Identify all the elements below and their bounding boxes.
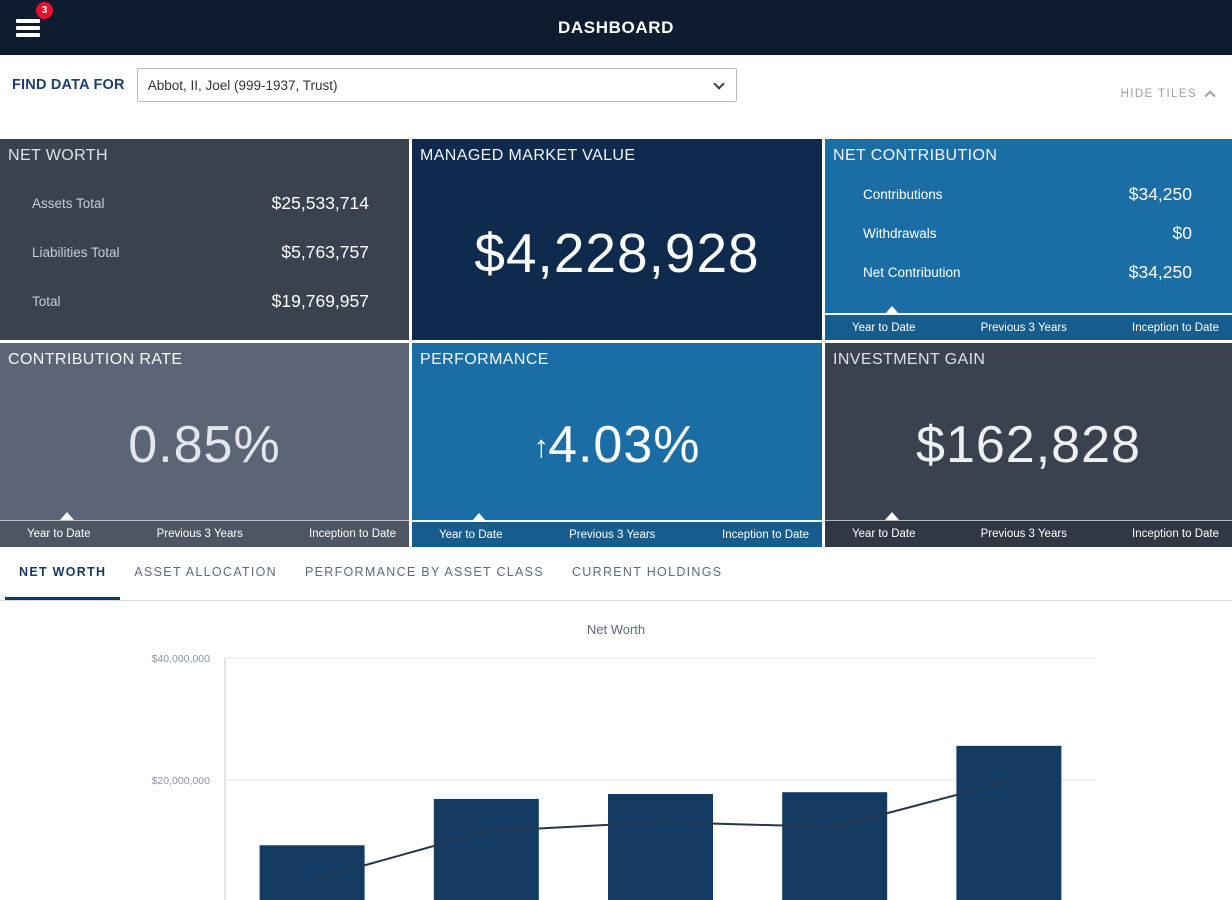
svg-text:$20,000,000: $20,000,000: [152, 775, 211, 787]
period-tab-year-to-date[interactable]: Year to Date: [852, 322, 916, 334]
selected-period-indicator: [472, 513, 486, 521]
stat-value: $0: [1173, 223, 1192, 244]
selected-period-indicator: [885, 512, 899, 520]
big-value: $4,228,928: [474, 221, 759, 285]
period-tab-year-to-date[interactable]: Year to Date: [852, 528, 916, 540]
tile-investment-gain[interactable]: INVESTMENT GAIN $162,828 Year to Date Pr…: [825, 343, 1232, 547]
tile-managed-market-value[interactable]: MANAGED MARKET VALUE $4,228,928: [412, 139, 822, 340]
big-value: 0.85%: [128, 415, 280, 475]
tab-net-worth[interactable]: NET WORTH: [5, 547, 120, 600]
period-tab-year-to-date[interactable]: Year to Date: [27, 528, 91, 540]
tile-performance[interactable]: PERFORMANCE ↑4.03% Year to Date Previous…: [412, 343, 822, 547]
tile-contribution-rate[interactable]: CONTRIBUTION RATE 0.85% Year to Date Pre…: [0, 343, 409, 547]
stat-label: Liabilities Total: [32, 245, 120, 260]
find-data-label: FIND DATA FOR: [12, 77, 125, 93]
period-tab-inception-to-date[interactable]: Inception to Date: [1132, 528, 1219, 540]
stat-label: Total: [32, 294, 61, 309]
stat-row: Assets Total $25,533,714: [32, 179, 369, 228]
tile-title: MANAGED MARKET VALUE: [412, 139, 822, 165]
hide-tiles-button[interactable]: HIDE TILES: [1121, 88, 1214, 100]
stat-label: Contributions: [863, 187, 943, 202]
period-footer: Year to Date Previous 3 Years Inception …: [412, 520, 822, 547]
account-select[interactable]: Abbot, II, Joel (999-1937, Trust): [137, 68, 737, 102]
stat-row: Net Contribution $34,250: [863, 253, 1192, 292]
tile-title: INVESTMENT GAIN: [825, 343, 1232, 369]
account-select-value: Abbot, II, Joel (999-1937, Trust): [148, 78, 338, 93]
period-footer: Year to Date Previous 3 Years Inception …: [825, 313, 1232, 340]
period-footer: Year to Date Previous 3 Years Inception …: [825, 520, 1232, 547]
big-value: $162,828: [916, 415, 1141, 475]
stat-label: Net Contribution: [863, 265, 961, 280]
tile-title: NET CONTRIBUTION: [825, 139, 1232, 165]
period-tab-year-to-date[interactable]: Year to Date: [439, 529, 503, 541]
tab-asset-allocation[interactable]: ASSET ALLOCATION: [120, 547, 291, 600]
tiles-grid: NET WORTH Assets Total $25,533,714 Liabi…: [0, 139, 1232, 547]
tab-performance-by-asset-class[interactable]: PERFORMANCE BY ASSET CLASS: [291, 547, 558, 600]
period-tab-inception-to-date[interactable]: Inception to Date: [722, 529, 809, 541]
period-tab-previous-3-years[interactable]: Previous 3 Years: [157, 528, 243, 540]
period-footer: Year to Date Previous 3 Years Inception …: [0, 520, 409, 547]
selected-period-indicator: [60, 512, 74, 520]
stat-rows: Contributions $34,250 Withdrawals $0 Net…: [825, 165, 1232, 292]
stat-rows: Assets Total $25,533,714 Liabilities Tot…: [0, 165, 409, 326]
stat-value: $34,250: [1129, 184, 1192, 205]
stat-label: Withdrawals: [863, 226, 937, 241]
tile-title: PERFORMANCE: [412, 343, 822, 369]
hide-tiles-label: HIDE TILES: [1121, 88, 1197, 100]
period-tab-previous-3-years[interactable]: Previous 3 Years: [981, 322, 1067, 334]
notification-badge: 3: [36, 2, 53, 19]
stat-row: Contributions $34,250: [863, 175, 1192, 214]
selected-period-indicator: [885, 306, 899, 314]
period-tab-previous-3-years[interactable]: Previous 3 Years: [569, 529, 655, 541]
period-tab-inception-to-date[interactable]: Inception to Date: [309, 528, 396, 540]
stat-value: $5,763,757: [281, 242, 369, 263]
tile-title: CONTRIBUTION RATE: [0, 343, 409, 369]
period-tab-previous-3-years[interactable]: Previous 3 Years: [981, 528, 1067, 540]
stat-label: Assets Total: [32, 196, 105, 211]
tile-title: NET WORTH: [0, 139, 409, 165]
stat-value: $34,250: [1129, 262, 1192, 283]
chevron-up-icon: [1204, 90, 1215, 101]
hamburger-icon: [16, 19, 40, 23]
net-worth-chart: Net Worth $40,000,000$20,000,000: [0, 601, 1232, 900]
tile-net-contribution[interactable]: NET CONTRIBUTION Contributions $34,250 W…: [825, 139, 1232, 340]
performance-value: 4.03%: [548, 416, 700, 474]
chevron-down-icon: [713, 78, 724, 89]
period-tab-inception-to-date[interactable]: Inception to Date: [1132, 322, 1219, 334]
topbar: 3 DASHBOARD: [0, 0, 1232, 55]
tile-net-worth[interactable]: NET WORTH Assets Total $25,533,714 Liabi…: [0, 139, 409, 340]
page-title: DASHBOARD: [558, 18, 674, 38]
find-data-bar: FIND DATA FOR Abbot, II, Joel (999-1937,…: [0, 55, 1232, 139]
stat-value: $19,769,957: [272, 291, 369, 312]
stat-row: Liabilities Total $5,763,757: [32, 228, 369, 277]
stat-row: Withdrawals $0: [863, 214, 1192, 253]
stat-row: Total $19,769,957: [32, 277, 369, 326]
net-worth-chart-canvas: $40,000,000 $20,000,000: [0, 601, 1232, 900]
big-value: ↑4.03%: [533, 415, 700, 475]
tab-current-holdings[interactable]: CURRENT HOLDINGS: [558, 547, 736, 600]
section-tabs: NET WORTH ASSET ALLOCATION PERFORMANCE B…: [0, 547, 1232, 601]
stat-value: $25,533,714: [272, 193, 369, 214]
svg-text:$40,000,000: $40,000,000: [152, 653, 211, 665]
